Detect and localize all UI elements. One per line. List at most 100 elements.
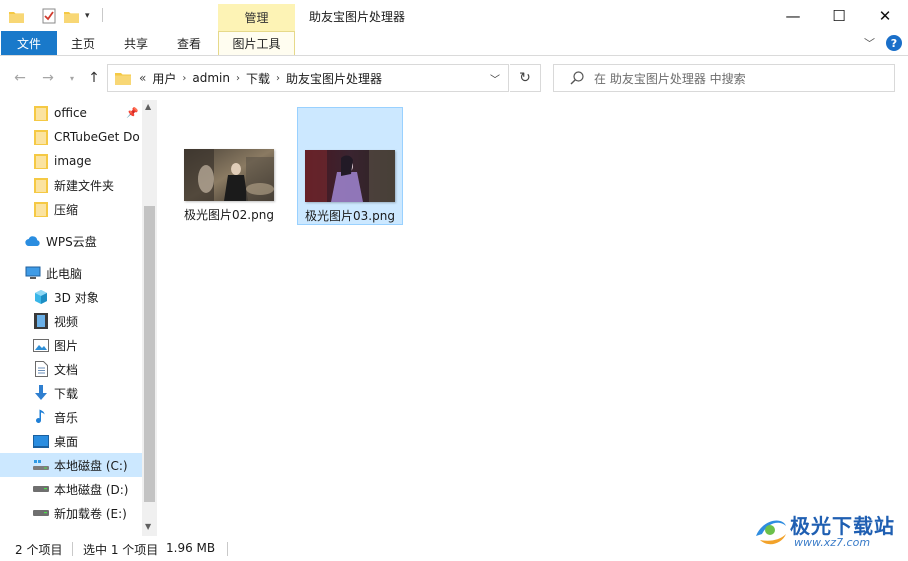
sidebar-item-this-pc[interactable]: 此电脑	[0, 261, 142, 285]
divider	[227, 542, 228, 556]
tab-share[interactable]: 共享	[115, 31, 157, 55]
sidebar-item-label: 桌面	[54, 434, 79, 449]
file-item[interactable]: 极光图片03.png	[297, 107, 403, 225]
expand-ribbon-chevron-icon[interactable]: ﹀	[864, 35, 875, 51]
documents-icon	[33, 361, 49, 377]
minimize-button[interactable]: —	[770, 0, 816, 31]
download-icon	[33, 385, 49, 401]
sidebar-item-label: image	[54, 154, 92, 168]
drive-icon	[33, 481, 49, 497]
cloud-icon	[25, 233, 41, 249]
new-folder-icon[interactable]	[64, 7, 79, 25]
breadcrumb-separator-icon[interactable]: ›	[182, 73, 186, 84]
sidebar-item-wps-cloud[interactable]: WPS云盘	[0, 229, 142, 253]
refresh-icon: ↻	[519, 70, 531, 86]
sidebar-item-pictures[interactable]: 图片	[0, 333, 142, 357]
tab-manage[interactable]: 管理	[218, 4, 295, 31]
image-thumbnail	[184, 149, 274, 201]
desktop-icon	[33, 433, 49, 449]
refresh-button[interactable]: ↻	[510, 64, 541, 92]
sidebar-item-label: 下载	[54, 386, 79, 401]
watermark-text: 极光下载站	[790, 514, 895, 538]
help-icon[interactable]: ?	[886, 35, 902, 51]
selection-size: 1.96 MB	[166, 541, 216, 555]
folder-icon	[33, 105, 49, 121]
breadcrumb-item[interactable]: 助友宝图片处理器	[286, 70, 382, 87]
breadcrumb-separator-icon[interactable]: ›	[236, 73, 240, 84]
sidebar-item-desktop[interactable]: 桌面	[0, 429, 142, 453]
scroll-down-arrow-icon[interactable]: ▼	[145, 522, 151, 531]
customize-toolbar-dropdown-icon[interactable]: ▾	[85, 7, 90, 25]
pin-icon[interactable]: 📌	[126, 108, 138, 119]
watermark-url: www.xz7.com	[794, 536, 871, 549]
tab-view[interactable]: 查看	[168, 31, 210, 55]
breadcrumb-item[interactable]: 下载	[246, 70, 270, 87]
drive-c-icon	[33, 457, 49, 473]
sidebar-item-new-folder[interactable]: 新建文件夹	[0, 173, 142, 197]
back-arrow-icon[interactable]: ←	[10, 68, 30, 88]
sidebar-item-label: 音乐	[54, 410, 79, 425]
folder-icon[interactable]	[9, 7, 24, 25]
ribbon-tabs: 文件 主页 共享 查看 图片工具 ﹀ ?	[0, 31, 908, 56]
sidebar-item-drive-c[interactable]: 本地磁盘 (C:)	[0, 453, 142, 477]
scrollbar-thumb[interactable]	[144, 206, 155, 502]
file-list[interactable]: 极光图片02.png 极光图片03.png	[158, 100, 908, 536]
search-input[interactable]: 在 助友宝图片处理器 中搜索	[553, 64, 895, 92]
up-arrow-icon[interactable]: ↑	[84, 68, 104, 88]
breadcrumb-overflow[interactable]: «	[139, 71, 146, 85]
maximize-button[interactable]: ☐	[816, 0, 862, 31]
divider	[102, 8, 103, 22]
sidebar-item-documents[interactable]: 文档	[0, 357, 142, 381]
sidebar-item-label: office	[54, 106, 87, 120]
sidebar-item-3d-objects[interactable]: 3D 对象	[0, 285, 142, 309]
sidebar-item-drive-e[interactable]: 新加载卷 (E:)	[0, 501, 142, 525]
properties-icon[interactable]	[42, 7, 56, 25]
drive-icon	[33, 505, 49, 521]
forward-arrow-icon[interactable]: →	[38, 68, 58, 88]
title-bar: ▾ 管理 助友宝图片处理器 — ☐ ✕	[0, 0, 908, 31]
tab-home[interactable]: 主页	[62, 31, 104, 55]
selection-count: 选中 1 个项目	[83, 543, 159, 557]
sidebar-scrollbar[interactable]: ▲ ▼	[142, 100, 157, 536]
search-placeholder: 在 助友宝图片处理器 中搜索	[594, 71, 746, 86]
breadcrumb-item[interactable]: 用户	[152, 70, 176, 87]
divider	[72, 542, 73, 556]
sidebar-item-label: WPS云盘	[46, 234, 97, 249]
folder-icon	[115, 72, 131, 85]
computer-icon	[25, 265, 41, 281]
sidebar-item-label: 本地磁盘 (C:)	[54, 458, 128, 473]
sidebar-item-image[interactable]: image	[0, 149, 142, 173]
sidebar-item-compress[interactable]: 压缩	[0, 197, 142, 221]
tab-file[interactable]: 文件	[1, 31, 57, 55]
sidebar-item-videos[interactable]: 视频	[0, 309, 142, 333]
file-item[interactable]: 极光图片02.png	[176, 107, 282, 225]
breadcrumb-separator-icon[interactable]: ›	[276, 73, 280, 84]
address-bar[interactable]: « 用户 › admin › 下载 › 助友宝图片处理器 ﹀	[107, 64, 509, 92]
tab-picture-tools[interactable]: 图片工具	[218, 31, 295, 55]
window-title: 助友宝图片处理器	[309, 10, 406, 24]
sidebar-item-office[interactable]: office 📌	[0, 101, 142, 125]
scroll-up-arrow-icon[interactable]: ▲	[145, 102, 151, 111]
sidebar-item-music[interactable]: 音乐	[0, 405, 142, 429]
sidebar-item-drive-d[interactable]: 本地磁盘 (D:)	[0, 477, 142, 501]
sidebar-item-crtubeget[interactable]: CRTubeGet Do	[0, 125, 142, 149]
music-icon	[33, 409, 49, 425]
close-button[interactable]: ✕	[862, 0, 908, 31]
breadcrumb-item[interactable]: admin	[192, 71, 230, 85]
cube-3d-icon	[33, 289, 49, 305]
folder-icon	[33, 153, 49, 169]
file-name: 极光图片03.png	[305, 209, 395, 223]
watermark-logo: 极光下载站 www.xz7.com	[750, 508, 900, 552]
sidebar-item-label: CRTubeGet Do	[54, 130, 140, 144]
search-icon	[570, 71, 584, 85]
folder-icon	[33, 201, 49, 217]
watermark-swirl-icon	[756, 520, 786, 545]
recent-locations-chevron-icon[interactable]: ▾	[66, 68, 78, 88]
image-thumbnail	[305, 150, 395, 202]
address-history-dropdown-icon[interactable]: ﹀	[490, 71, 500, 86]
item-count: 2 个项目	[15, 543, 63, 557]
sidebar-item-downloads[interactable]: 下载	[0, 381, 142, 405]
navigation-pane: office 📌 CRTubeGet Do image 新建文件夹 压缩 WPS…	[0, 100, 157, 536]
video-icon	[33, 313, 49, 329]
sidebar-item-label: 文档	[54, 362, 79, 377]
